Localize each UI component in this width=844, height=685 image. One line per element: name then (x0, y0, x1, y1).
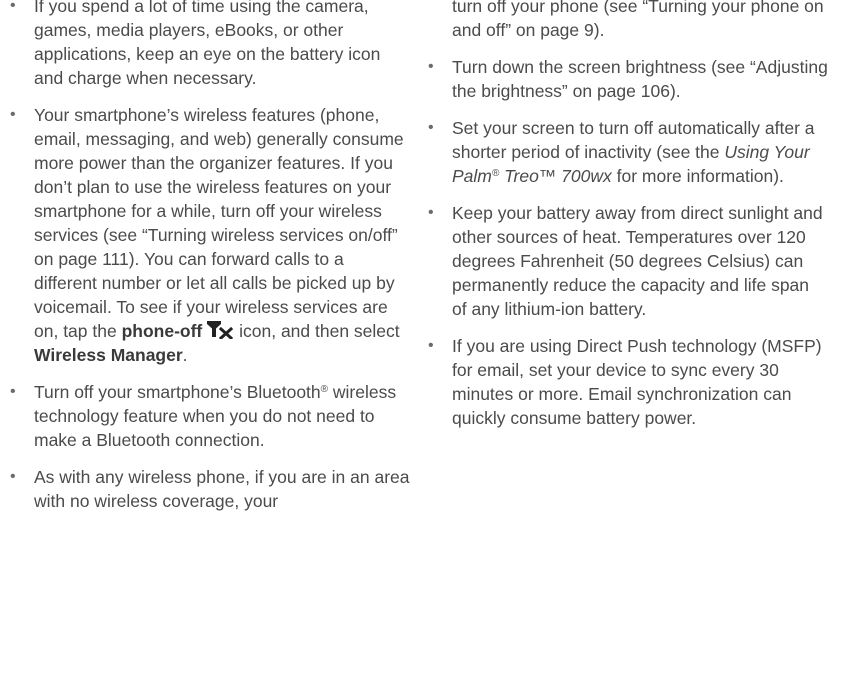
registered-mark: ® (320, 384, 329, 395)
list-item: If you are using Direct Push technology … (428, 334, 828, 430)
tip-text: Keep your battery away from direct sunli… (452, 203, 823, 319)
tip-text: . (182, 345, 188, 365)
phone-off-label: phone-off (121, 321, 203, 341)
list-item: As with any wireless phone, if you are i… (10, 465, 410, 513)
list-item: Keep your battery away from direct sunli… (428, 201, 828, 321)
tip-text: If you spend a lot of time using the cam… (34, 0, 381, 88)
list-item: Turn off your smartphone’s Bluetooth® wi… (10, 380, 410, 452)
list-item: Turn down the screen brightness (see “Ad… (428, 55, 828, 103)
tip-text: Turn off your smartphone’s Bluetooth (34, 382, 321, 402)
tip-text: If you are using Direct Push technology … (452, 336, 822, 428)
phone-off-icon (204, 319, 234, 341)
list-item-continued: turn off your phone (see “Turning your p… (428, 0, 828, 42)
tip-text: for more information). (611, 166, 784, 186)
list-item: If you spend a lot of time using the cam… (10, 0, 410, 90)
wireless-manager-label: Wireless Manager (34, 345, 183, 365)
tip-text: Your smartphone’s wireless features (pho… (34, 105, 404, 341)
tip-text: As with any wireless phone, if you are i… (34, 467, 410, 511)
tip-text: icon, and then select (234, 321, 400, 341)
tip-text: turn off your phone (see “Turning your p… (452, 0, 824, 40)
tips-list-right: turn off your phone (see “Turning your p… (428, 0, 828, 430)
list-item: Set your screen to turn off automaticall… (428, 116, 828, 188)
tip-text: Turn down the screen brightness (see “Ad… (452, 57, 828, 101)
right-column: turn off your phone (see “Turning your p… (428, 0, 828, 443)
left-column: If you spend a lot of time using the cam… (10, 0, 410, 526)
tips-list-left: If you spend a lot of time using the cam… (10, 0, 410, 513)
list-item: Your smartphone’s wireless features (pho… (10, 103, 410, 367)
book-title: Treo™ 700wx (499, 166, 612, 186)
